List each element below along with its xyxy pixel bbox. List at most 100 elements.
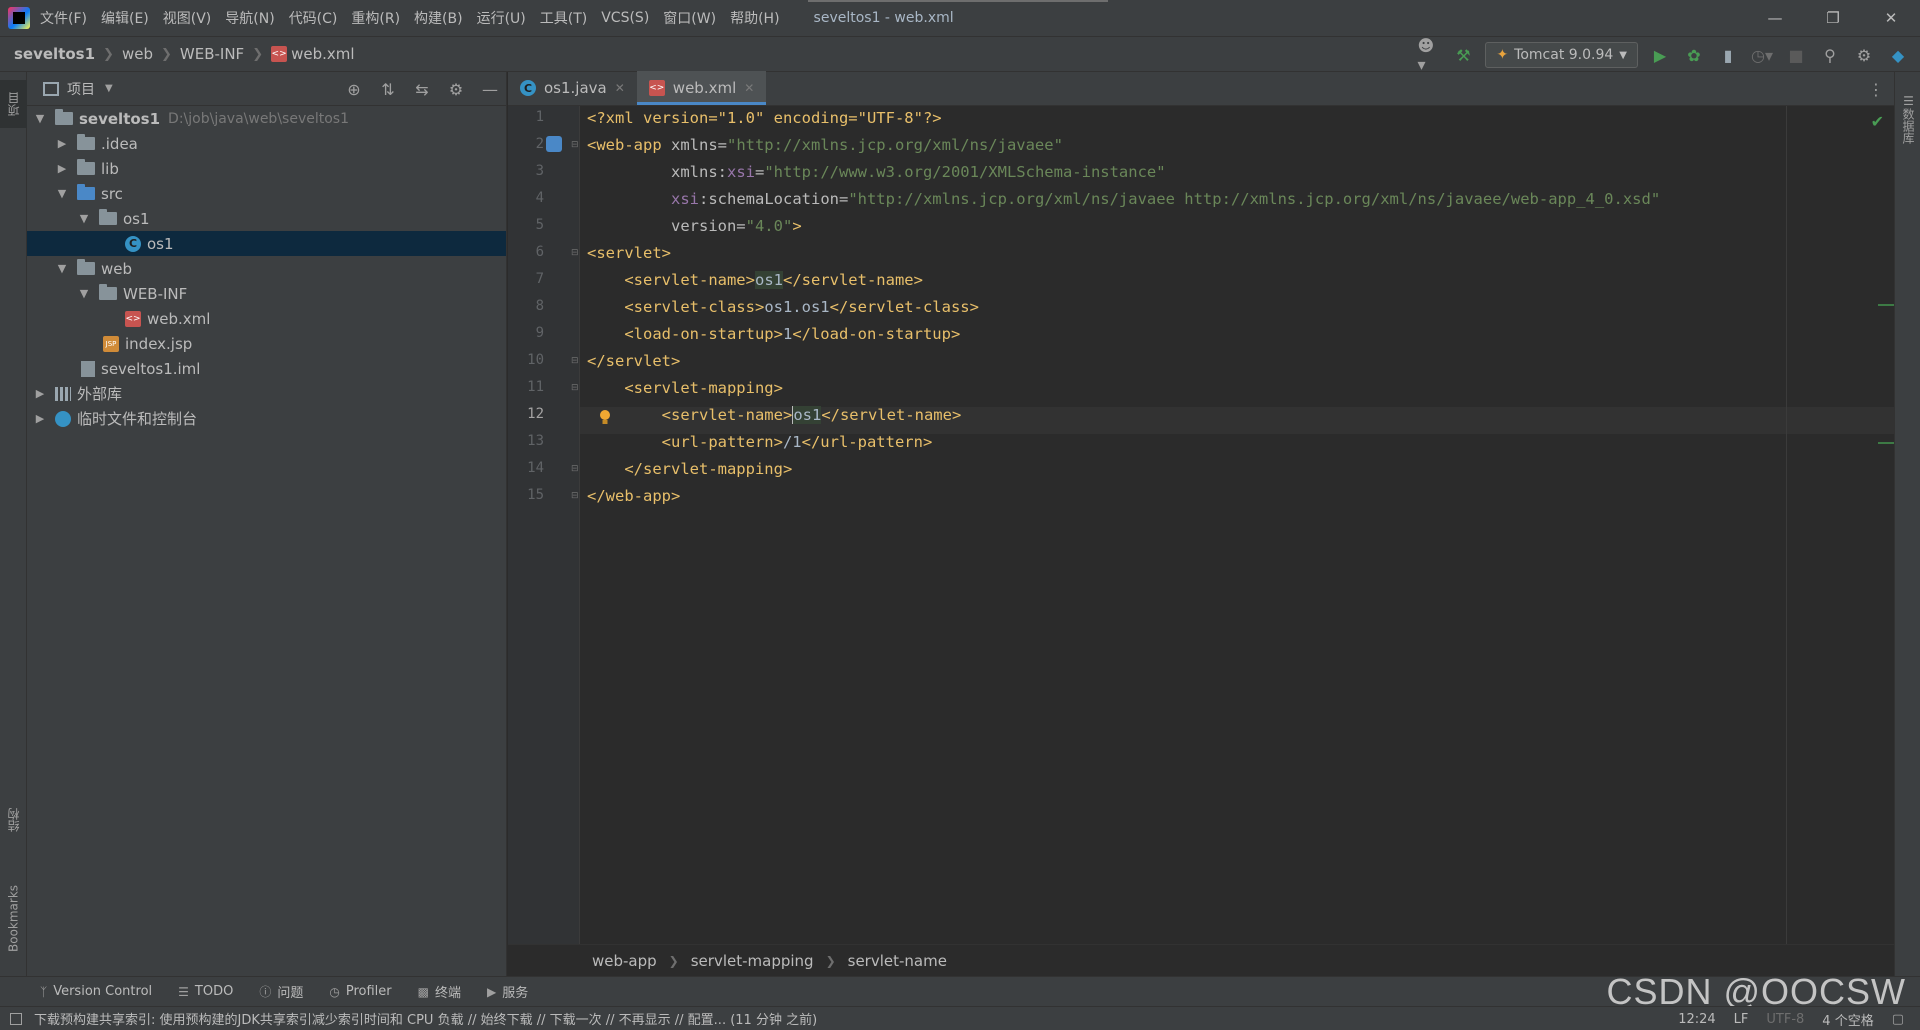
chevron-down-icon[interactable]: ▼: [55, 262, 69, 275]
restore-button[interactable]: ❐: [1804, 0, 1862, 36]
structure-tool-tab[interactable]: 结构: [0, 792, 27, 848]
tree-item-web-inf[interactable]: ▼ WEB-INF: [27, 281, 506, 306]
tree-item-project-root[interactable]: ▼ seveltos1 D:\job\java\web\seveltos1: [27, 106, 506, 131]
menu-build[interactable]: 构建(B): [414, 8, 463, 28]
user-icon[interactable]: ☻▾: [1417, 36, 1441, 74]
expand-all-icon[interactable]: ⇅: [378, 80, 398, 99]
fold-marker-icon[interactable]: ⊟: [571, 140, 581, 152]
hide-panel-icon[interactable]: —: [480, 80, 500, 99]
tree-item-package-os1[interactable]: ▼ os1: [27, 206, 506, 231]
chevron-right-icon[interactable]: ▶: [33, 387, 47, 400]
profile-icon[interactable]: ◷▾: [1750, 43, 1774, 67]
fold-marker-icon[interactable]: ⊟: [571, 491, 581, 503]
toggle-tool-windows-icon[interactable]: [10, 1012, 22, 1025]
chevron-down-icon[interactable]: ▼: [105, 83, 113, 94]
gear-icon[interactable]: ⚙: [446, 80, 466, 99]
search-icon[interactable]: ⚲: [1818, 43, 1842, 67]
tree-item-scratches[interactable]: ▶ 临时文件和控制台: [27, 406, 506, 431]
editor-breadcrumb-servlet-mapping[interactable]: servlet-mapping: [691, 952, 814, 970]
code-editor[interactable]: 1 2 3 4 5 6 7 8 9 10 11 12 13 14 15 ⊟ ⊟ …: [508, 106, 1894, 944]
project-panel-title[interactable]: 项目: [67, 79, 95, 99]
build-hammer-icon[interactable]: ⚒: [1451, 43, 1475, 67]
tree-item-web[interactable]: ▼ web: [27, 256, 506, 281]
close-icon[interactable]: ✕: [615, 81, 625, 95]
module-folder-icon: [55, 109, 73, 125]
stop-icon[interactable]: ■: [1784, 43, 1808, 67]
version-control-tool-button[interactable]: ᛉ Version Control: [40, 984, 152, 999]
menu-help[interactable]: 帮助(H): [730, 8, 779, 28]
terminal-tool-button[interactable]: ▩ 终端: [418, 982, 461, 1002]
scrollbar-marker[interactable]: [1878, 442, 1894, 444]
tab-web-xml[interactable]: <> web.xml ✕: [636, 71, 767, 105]
indent-setting[interactable]: 4 个空格: [1822, 1010, 1873, 1029]
chevron-down-icon[interactable]: ▼: [55, 187, 69, 200]
tree-item-src[interactable]: ▼ src: [27, 181, 506, 206]
scrollbar-marker[interactable]: [1878, 304, 1894, 306]
menu-code[interactable]: 代码(C): [289, 8, 338, 28]
run-icon[interactable]: ▶: [1648, 43, 1672, 67]
menu-navigate[interactable]: 导航(N): [225, 8, 274, 28]
breadcrumb-web-inf[interactable]: WEB-INF: [180, 45, 244, 63]
menu-refactor[interactable]: 重构(R): [351, 8, 400, 28]
editor-breadcrumb-web-app[interactable]: web-app: [592, 952, 657, 970]
editor-breadcrumb-servlet-name[interactable]: servlet-name: [848, 952, 947, 970]
services-tool-button[interactable]: ▶ 服务: [487, 982, 528, 1002]
project-tool-tab[interactable]: 项目: [0, 80, 27, 128]
chevron-right-icon[interactable]: ▶: [55, 162, 69, 175]
caret-position[interactable]: 12:24: [1678, 1012, 1715, 1027]
tree-item-web-xml[interactable]: <> web.xml: [27, 306, 506, 331]
settings-gear-icon[interactable]: ⚙: [1852, 43, 1876, 67]
breadcrumb-web[interactable]: web: [122, 45, 153, 63]
debug-icon[interactable]: ✿: [1682, 43, 1706, 67]
jetbrains-toolbox-icon[interactable]: ◆: [1886, 43, 1910, 67]
editor-gutter[interactable]: 1 2 3 4 5 6 7 8 9 10 11 12 13 14 15 ⊟ ⊟ …: [508, 106, 580, 944]
fold-marker-icon[interactable]: ⊟: [571, 356, 581, 368]
bookmarks-tool-tab[interactable]: Bookmarks: [0, 868, 27, 968]
close-button[interactable]: ✕: [1862, 0, 1920, 36]
tree-item-iml[interactable]: seveltos1.iml: [27, 356, 506, 381]
menu-run[interactable]: 运行(U): [477, 8, 526, 28]
tree-item-external-libraries[interactable]: ▶ 外部库: [27, 381, 506, 406]
chevron-down-icon[interactable]: ▼: [33, 112, 47, 125]
tree-item-idea[interactable]: ▶ .idea: [27, 131, 506, 156]
chevron-right-icon[interactable]: ▶: [33, 412, 47, 425]
lock-icon[interactable]: ▢: [1892, 1012, 1904, 1027]
menu-window[interactable]: 窗口(W): [663, 8, 716, 28]
code-line-8: <servlet-class>os1.os1</servlet-class>: [587, 298, 979, 316]
locate-file-icon[interactable]: ⊕: [344, 80, 364, 99]
fold-marker-icon[interactable]: ⊟: [571, 383, 581, 395]
fold-marker-icon[interactable]: ⊟: [571, 464, 581, 476]
profiler-tool-button[interactable]: ◷ Profiler: [329, 984, 391, 999]
file-encoding[interactable]: UTF-8: [1766, 1012, 1804, 1027]
menu-tools[interactable]: 工具(T): [540, 8, 587, 28]
collapse-all-icon[interactable]: ⇆: [412, 80, 432, 99]
chevron-down-icon[interactable]: ▼: [77, 287, 91, 300]
tab-os1-java[interactable]: C os1.java ✕: [508, 71, 637, 105]
run-configuration-select[interactable]: ✦ Tomcat 9.0.94 ▼: [1485, 42, 1638, 68]
tree-item-class-os1[interactable]: C os1: [27, 231, 506, 256]
tree-item-index-jsp[interactable]: JSP index.jsp: [27, 331, 506, 356]
breadcrumb-project[interactable]: seveltos1: [14, 45, 95, 63]
web-descriptor-gutter-icon[interactable]: [546, 136, 562, 152]
menu-file[interactable]: 文件(F): [40, 8, 87, 28]
status-message[interactable]: 下载预构建共享索引: 使用预构建的JDK共享索引减少索引时间和 CPU 负载 /…: [34, 1009, 817, 1028]
database-tool-tab[interactable]: ☰ 数据库: [1895, 84, 1920, 154]
line-separator[interactable]: LF: [1734, 1012, 1749, 1027]
web-folder-icon: [77, 259, 95, 275]
chevron-right-icon[interactable]: ▶: [55, 137, 69, 150]
menu-edit[interactable]: 编辑(E): [101, 8, 149, 28]
breadcrumb-web-xml[interactable]: web.xml: [291, 45, 354, 63]
right-tool-strip: ☰ 数据库: [1894, 72, 1920, 976]
more-tabs-icon[interactable]: ⋮: [1868, 80, 1884, 99]
chevron-down-icon[interactable]: ▼: [77, 212, 91, 225]
minimize-button[interactable]: —: [1746, 0, 1804, 36]
menu-vcs[interactable]: VCS(S): [601, 10, 649, 26]
coverage-icon[interactable]: ▮: [1716, 43, 1740, 67]
fold-marker-icon[interactable]: ⊟: [571, 248, 581, 260]
inspection-ok-icon[interactable]: ✔: [1871, 112, 1884, 131]
menu-view[interactable]: 视图(V): [163, 8, 212, 28]
close-icon[interactable]: ✕: [744, 81, 754, 95]
problems-tool-button[interactable]: ⓘ 问题: [259, 982, 303, 1001]
tree-item-lib[interactable]: ▶ lib: [27, 156, 506, 181]
todo-tool-button[interactable]: ☰ TODO: [178, 984, 233, 999]
